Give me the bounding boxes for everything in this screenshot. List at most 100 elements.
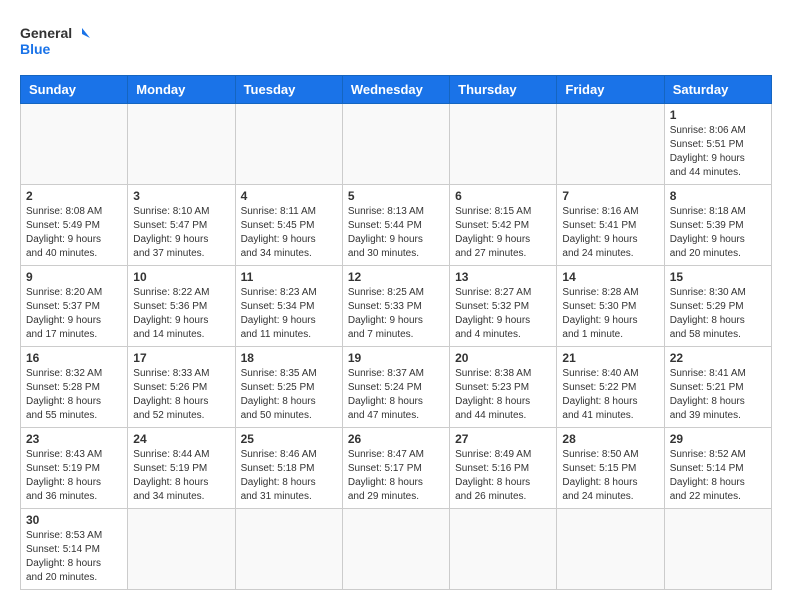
day-info: Sunrise: 8:27 AM Sunset: 5:32 PM Dayligh…: [455, 286, 551, 342]
day-info: Sunrise: 8:49 AM Sunset: 5:16 PM Dayligh…: [455, 448, 551, 504]
day-info: Sunrise: 8:46 AM Sunset: 5:18 PM Dayligh…: [241, 448, 337, 504]
logo: General Blue: [20, 20, 90, 65]
day-info: Sunrise: 8:22 AM Sunset: 5:36 PM Dayligh…: [133, 286, 229, 342]
header-friday: Friday: [557, 76, 664, 104]
calendar-cell: 2 Sunrise: 8:08 AM Sunset: 5:49 PM Daylig…: [21, 185, 128, 266]
day-info: Sunrise: 8:44 AM Sunset: 5:19 PM Dayligh…: [133, 448, 229, 504]
day-number: 23: [26, 432, 122, 446]
calendar-cell: 9 Sunrise: 8:20 AM Sunset: 5:37 PM Daylig…: [21, 266, 128, 347]
calendar-cell: [235, 104, 342, 185]
day-number: 26: [348, 432, 444, 446]
day-info: Sunrise: 8:30 AM Sunset: 5:29 PM Dayligh…: [670, 286, 766, 342]
day-info: Sunrise: 8:37 AM Sunset: 5:24 PM Dayligh…: [348, 367, 444, 423]
calendar-cell: 21 Sunrise: 8:40 AM Sunset: 5:22 PM Dayli…: [557, 347, 664, 428]
day-info: Sunrise: 8:10 AM Sunset: 5:47 PM Dayligh…: [133, 205, 229, 261]
calendar-cell: 7 Sunrise: 8:16 AM Sunset: 5:41 PM Daylig…: [557, 185, 664, 266]
day-number: 3: [133, 189, 229, 203]
calendar-cell: [450, 104, 557, 185]
calendar-cell: 6Sunrise: 8:15 AM Sunset: 5:42 PM Daylig…: [450, 185, 557, 266]
day-number: 13: [455, 270, 551, 284]
day-info: Sunrise: 8:25 AM Sunset: 5:33 PM Dayligh…: [348, 286, 444, 342]
page-header: General Blue: [20, 20, 772, 65]
calendar-cell: 26Sunrise: 8:47 AM Sunset: 5:17 PM Dayli…: [342, 428, 449, 509]
day-number: 16: [26, 351, 122, 365]
day-number: 20: [455, 351, 551, 365]
day-number: 10: [133, 270, 229, 284]
day-info: Sunrise: 8:53 AM Sunset: 5:14 PM Dayligh…: [26, 529, 122, 585]
day-info: Sunrise: 8:50 AM Sunset: 5:15 PM Dayligh…: [562, 448, 658, 504]
calendar-cell: 8 Sunrise: 8:18 AM Sunset: 5:39 PM Daylig…: [664, 185, 771, 266]
calendar-cell: 3 Sunrise: 8:10 AM Sunset: 5:47 PM Daylig…: [128, 185, 235, 266]
calendar-cell: [235, 509, 342, 590]
day-number: 5: [348, 189, 444, 203]
day-info: Sunrise: 8:33 AM Sunset: 5:26 PM Dayligh…: [133, 367, 229, 423]
day-number: 9: [26, 270, 122, 284]
day-info: Sunrise: 8:35 AM Sunset: 5:25 PM Dayligh…: [241, 367, 337, 423]
day-info: Sunrise: 8:52 AM Sunset: 5:14 PM Dayligh…: [670, 448, 766, 504]
day-number: 30: [26, 513, 122, 527]
day-info: Sunrise: 8:20 AM Sunset: 5:37 PM Dayligh…: [26, 286, 122, 342]
calendar-cell: 10 Sunrise: 8:22 AM Sunset: 5:36 PM Dayli…: [128, 266, 235, 347]
calendar-cell: 4 Sunrise: 8:11 AM Sunset: 5:45 PM Daylig…: [235, 185, 342, 266]
calendar-cell: [450, 509, 557, 590]
calendar-cell: 25Sunrise: 8:46 AM Sunset: 5:18 PM Dayli…: [235, 428, 342, 509]
day-info: Sunrise: 8:23 AM Sunset: 5:34 PM Dayligh…: [241, 286, 337, 342]
day-info: Sunrise: 8:18 AM Sunset: 5:39 PM Dayligh…: [670, 205, 766, 261]
calendar-cell: [557, 509, 664, 590]
calendar-cell: [664, 509, 771, 590]
day-info: Sunrise: 8:43 AM Sunset: 5:19 PM Dayligh…: [26, 448, 122, 504]
day-number: 4: [241, 189, 337, 203]
day-info: Sunrise: 8:41 AM Sunset: 5:21 PM Dayligh…: [670, 367, 766, 423]
calendar-cell: 12Sunrise: 8:25 AM Sunset: 5:33 PM Dayli…: [342, 266, 449, 347]
day-info: Sunrise: 8:06 AM Sunset: 5:51 PM Dayligh…: [670, 124, 766, 180]
calendar-cell: [128, 104, 235, 185]
calendar-cell: [557, 104, 664, 185]
day-number: 27: [455, 432, 551, 446]
header-thursday: Thursday: [450, 76, 557, 104]
day-number: 8: [670, 189, 766, 203]
header-saturday: Saturday: [664, 76, 771, 104]
calendar-cell: 28 Sunrise: 8:50 AM Sunset: 5:15 PM Dayli…: [557, 428, 664, 509]
day-number: 18: [241, 351, 337, 365]
day-info: Sunrise: 8:08 AM Sunset: 5:49 PM Dayligh…: [26, 205, 122, 261]
header-tuesday: Tuesday: [235, 76, 342, 104]
calendar-cell: 5 Sunrise: 8:13 AM Sunset: 5:44 PM Daylig…: [342, 185, 449, 266]
calendar-cell: 13 Sunrise: 8:27 AM Sunset: 5:32 PM Dayli…: [450, 266, 557, 347]
calendar-cell: 30 Sunrise: 8:53 AM Sunset: 5:14 PM Dayli…: [21, 509, 128, 590]
calendar-cell: 24 Sunrise: 8:44 AM Sunset: 5:19 PM Dayli…: [128, 428, 235, 509]
day-number: 7: [562, 189, 658, 203]
day-number: 2: [26, 189, 122, 203]
day-info: Sunrise: 8:15 AM Sunset: 5:42 PM Dayligh…: [455, 205, 551, 261]
calendar-cell: 23 Sunrise: 8:43 AM Sunset: 5:19 PM Dayli…: [21, 428, 128, 509]
day-info: Sunrise: 8:11 AM Sunset: 5:45 PM Dayligh…: [241, 205, 337, 261]
calendar-cell: 18 Sunrise: 8:35 AM Sunset: 5:25 PM Dayli…: [235, 347, 342, 428]
day-number: 11: [241, 270, 337, 284]
calendar-cell: [128, 509, 235, 590]
calendar-cell: 1 Sunrise: 8:06 AM Sunset: 5:51 PM Daylig…: [664, 104, 771, 185]
day-info: Sunrise: 8:13 AM Sunset: 5:44 PM Dayligh…: [348, 205, 444, 261]
day-number: 15: [670, 270, 766, 284]
calendar-cell: [21, 104, 128, 185]
day-number: 28: [562, 432, 658, 446]
day-number: 29: [670, 432, 766, 446]
calendar-cell: 20 Sunrise: 8:38 AM Sunset: 5:23 PM Dayli…: [450, 347, 557, 428]
header-monday: Monday: [128, 76, 235, 104]
weekday-header-row: Sunday Monday Tuesday Wednesday Thursday…: [21, 76, 772, 104]
day-info: Sunrise: 8:38 AM Sunset: 5:23 PM Dayligh…: [455, 367, 551, 423]
day-number: 19: [348, 351, 444, 365]
calendar-cell: 17 Sunrise: 8:33 AM Sunset: 5:26 PM Dayli…: [128, 347, 235, 428]
day-number: 14: [562, 270, 658, 284]
calendar-cell: 27 Sunrise: 8:49 AM Sunset: 5:16 PM Dayli…: [450, 428, 557, 509]
calendar-cell: 11 Sunrise: 8:23 AM Sunset: 5:34 PM Dayli…: [235, 266, 342, 347]
day-info: Sunrise: 8:16 AM Sunset: 5:41 PM Dayligh…: [562, 205, 658, 261]
header-sunday: Sunday: [21, 76, 128, 104]
svg-text:General: General: [20, 25, 72, 41]
calendar-cell: 14 Sunrise: 8:28 AM Sunset: 5:30 PM Dayli…: [557, 266, 664, 347]
calendar-table: Sunday Monday Tuesday Wednesday Thursday…: [20, 75, 772, 590]
day-info: Sunrise: 8:40 AM Sunset: 5:22 PM Dayligh…: [562, 367, 658, 423]
day-number: 1: [670, 108, 766, 122]
day-number: 24: [133, 432, 229, 446]
day-number: 17: [133, 351, 229, 365]
day-info: Sunrise: 8:28 AM Sunset: 5:30 PM Dayligh…: [562, 286, 658, 342]
day-number: 21: [562, 351, 658, 365]
